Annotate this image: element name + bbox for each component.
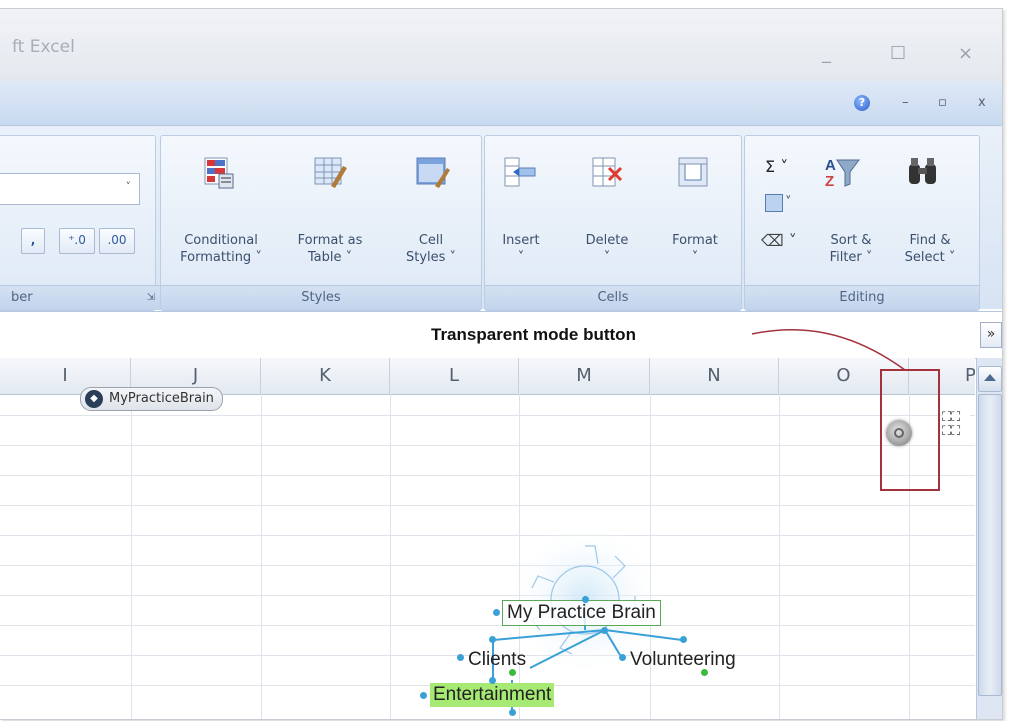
grid-line [0,505,975,506]
gate-dot[interactable] [420,692,427,699]
conditional-formatting-icon [203,156,235,189]
svg-text:Z: Z [825,173,834,190]
comma-style-button[interactable]: , [21,228,45,254]
minimize-button[interactable]: _ [822,43,831,64]
grid-line [0,475,975,476]
number-group-label: ber ⇲ [0,285,169,310]
help-icon[interactable]: ? [854,95,870,111]
gate-dot[interactable] [457,654,464,661]
svg-text:A: A [825,157,836,174]
gate-dot[interactable] [701,669,708,676]
delete-button[interactable]: Delete ˅ [575,232,639,266]
decrease-decimal-icon: .00 [107,233,127,247]
insert-button[interactable]: Insert ˅ [491,232,551,266]
central-thought[interactable]: My Practice Brain [502,600,661,626]
grid-line [0,445,975,446]
insert-cells-icon [503,156,536,188]
increase-decimal-icon: ⁺.0 [68,233,86,247]
thought-volunteering[interactable]: Volunteering [630,648,736,672]
delete-cells-icon [591,156,623,188]
format-as-table-button[interactable]: Format as Table ˅ [285,232,375,266]
cells-group: Insert ˅ Delete ˅ Format ˅ Cells [484,135,742,311]
doc-restore-button[interactable]: ▫ [938,95,947,110]
scroll-thumb[interactable] [978,394,1002,696]
ribbon: ˅ , ⁺.0 .00 ber ⇲ Conditional Formatting… [0,126,1002,311]
fill-dropdown[interactable]: ˅ [785,194,792,211]
window-title: ft Excel [12,37,75,57]
decrease-decimal-button[interactable]: .00 [99,228,135,254]
column-header-k[interactable]: K [261,358,390,394]
gate-dot[interactable] [489,636,496,643]
dialog-launcher-icon[interactable]: ⇲ [147,286,155,310]
gate-dot[interactable] [489,677,496,684]
find-select-button[interactable]: Find & Select ˅ [893,232,967,266]
format-button[interactable]: Format ˅ [661,232,729,266]
close-button[interactable]: × [958,43,973,64]
clear-button[interactable]: ⌫ ˅ [761,232,797,249]
fill-icon[interactable] [765,194,783,212]
eraser-icon: ⌫ [761,231,784,250]
gate-dot[interactable] [680,636,687,643]
sort-filter-icon: A Z [823,154,860,190]
annotation-label: Transparent mode button [431,325,636,344]
thought-clients[interactable]: Clients [468,648,526,672]
chevron-up-icon [984,374,996,381]
expand-formula-bar-button[interactable]: » [980,322,1002,348]
gate-dot[interactable] [601,627,608,634]
styles-group-label: Styles [161,285,481,310]
styles-group: Conditional Formatting ˅ Format as Table… [160,135,482,311]
gate-dot[interactable] [509,669,516,676]
autosum-button[interactable]: Σ ˅ [765,158,788,175]
format-as-table-icon [313,156,347,188]
gate-dot[interactable] [582,596,589,603]
ribbon-tab-row [0,81,1002,126]
format-cells-icon [677,156,709,188]
increase-decimal-button[interactable]: ⁺.0 [59,228,95,254]
gate-dot[interactable] [619,654,626,661]
grid-line [131,394,132,719]
conditional-formatting-button[interactable]: Conditional Formatting ˅ [171,232,271,266]
sigma-icon: Σ ˅ [765,157,789,176]
editing-group: Σ ˅ ˅ ⌫ ˅ A Z Sort & Filter ˅ Find & Sel… [744,135,980,311]
column-header-m[interactable]: M [519,358,650,394]
grid-line [261,394,262,719]
grid-line [779,394,780,719]
vertical-scrollbar[interactable] [976,358,1002,719]
editing-group-label: Editing [745,285,979,310]
grid-line [0,415,975,416]
maximize-button[interactable]: ☐ [890,43,906,64]
number-format-dropdown[interactable]: ˅ [0,173,140,205]
transparent-mode-button[interactable] [886,420,912,446]
doc-minimize-button[interactable]: – [902,95,909,110]
cell-styles-button[interactable]: Cell Styles ˅ [391,232,471,266]
doc-close-button[interactable]: x [978,95,986,110]
brain-tab[interactable]: ◆ MyPracticeBrain [80,387,223,411]
number-group: ˅ , ⁺.0 .00 ber ⇲ [0,135,169,311]
grid-line [390,394,391,719]
title-bar: ft Excel _ ☐ × [0,9,1002,81]
chevron-down-icon: ˅ [125,180,132,193]
gate-dot[interactable] [509,709,516,716]
gate-dot[interactable] [493,609,500,616]
column-header-l[interactable]: L [390,358,519,394]
thought-entertainment[interactable]: Entertainment [430,683,555,707]
cells-group-label: Cells [485,285,741,310]
scroll-up-button[interactable] [978,366,1002,392]
fit-to-window-icon[interactable]: ⛶⛶ ⛶⛶ [942,411,970,441]
binoculars-icon [905,154,937,186]
sort-filter-button[interactable]: Sort & Filter ˅ [815,232,887,266]
thebrain-logo-icon: ◆ [85,390,103,408]
cell-styles-icon [415,156,450,188]
